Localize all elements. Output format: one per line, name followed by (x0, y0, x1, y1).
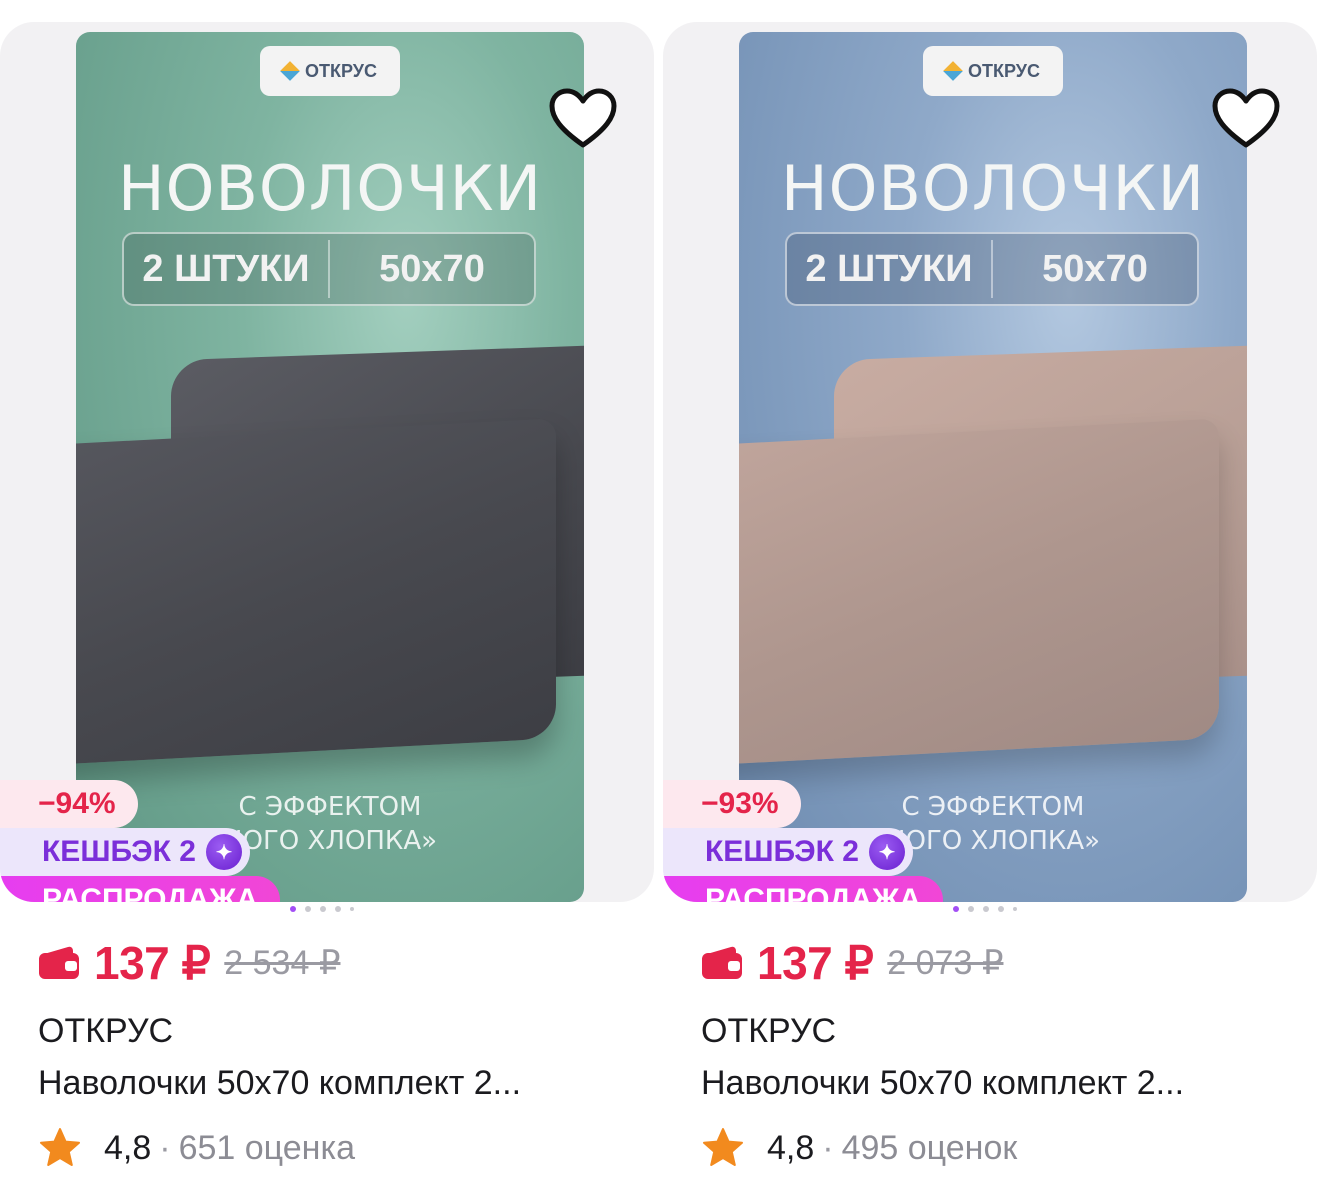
carousel-dot (350, 907, 354, 911)
star-icon (701, 1126, 745, 1170)
wallet-icon (701, 944, 743, 982)
carousel-dot (953, 906, 959, 912)
cashback-label: КЕШБЭК 2 (705, 835, 859, 868)
pillow-front-image (739, 418, 1219, 766)
favorite-button[interactable] (1209, 82, 1283, 156)
carousel-dot (290, 906, 296, 912)
sale-badge: РАСПРОДАЖА (663, 876, 943, 902)
discount-badge: −93% (663, 780, 801, 828)
cashback-badge: КЕШБЭК 2 ✦ (0, 828, 250, 876)
poster-qty: 2 ШТУКИ (142, 247, 310, 290)
brand-diamond-icon (280, 61, 300, 81)
brand-name[interactable]: ОТКРУС (38, 1012, 173, 1051)
separator: · (159, 1128, 171, 1167)
heart-outline-icon (549, 88, 617, 148)
pillow-front-image (76, 418, 556, 766)
rating-row: 4,8 · 495 оценок (701, 1126, 1017, 1170)
product-image-carousel[interactable]: ОТКРУС НОВОЛОЧКИ 2 ШТУКИ 50х70 С ЭФФЕКТО… (663, 22, 1317, 902)
cashback-label: КЕШБЭК 2 (42, 835, 196, 868)
carousel-dot (983, 906, 989, 912)
poster-caption-line1: С ЭФФЕКТОМ (238, 792, 422, 822)
poster-size: 50х70 (1042, 247, 1148, 290)
sale-badge: РАСПРОДАЖА (0, 876, 280, 902)
poster-qty: 2 ШТУКИ (805, 247, 973, 290)
price-row: 137 ₽ 2 073 ₽ (701, 936, 1003, 990)
product-image-carousel[interactable]: ОТКРУС НОВОЛОЧКИ 2 ШТУКИ 50х70 С ЭФФЕКТО… (0, 22, 654, 902)
old-price: 2 073 ₽ (887, 944, 1004, 982)
carousel-dot (305, 906, 311, 912)
rating-value: 4,8 (104, 1128, 152, 1167)
separator: · (822, 1128, 834, 1167)
cashback-sparkle-icon: ✦ (205, 834, 242, 870)
star-icon (38, 1126, 82, 1170)
cashback-badge: КЕШБЭК 2 ✦ (663, 828, 913, 876)
product-image: ОТКРУС НОВОЛОЧКИ 2 ШТУКИ 50х70 С ЭФФЕКТО… (739, 32, 1247, 902)
product-title[interactable]: Наволочки 50х70 комплект 2... (38, 1064, 618, 1103)
poster-specs: 2 ШТУКИ 50х70 (122, 232, 536, 306)
poster-caption-line1: С ЭФФЕКТОМ (901, 792, 1085, 822)
product-title[interactable]: Наволочки 50х70 комплект 2... (701, 1064, 1281, 1103)
heart-outline-icon (1212, 88, 1280, 148)
carousel-indicator (290, 906, 354, 912)
poster-title: НОВОЛОЧКИ (117, 152, 543, 225)
old-price: 2 534 ₽ (224, 944, 341, 982)
reviews-count[interactable]: 651 оценка (179, 1129, 355, 1168)
carousel-dot (335, 906, 341, 912)
wallet-icon (38, 944, 80, 982)
carousel-dot (320, 906, 326, 912)
poster-title: НОВОЛОЧКИ (780, 152, 1206, 225)
price: 137 ₽ (757, 937, 874, 989)
product-card[interactable]: ОТКРУС НОВОЛОЧКИ 2 ШТУКИ 50х70 С ЭФФЕКТО… (663, 0, 1317, 1192)
poster-specs: 2 ШТУКИ 50х70 (785, 232, 1199, 306)
poster-brand-logo: ОТКРУС (923, 46, 1063, 96)
poster-brand-logo: ОТКРУС (260, 46, 400, 96)
price-row: 137 ₽ 2 534 ₽ (38, 936, 340, 990)
rating-value: 4,8 (767, 1128, 815, 1167)
product-card[interactable]: ОТКРУС НОВОЛОЧКИ 2 ШТУКИ 50х70 С ЭФФЕКТО… (0, 0, 654, 1192)
brand-name[interactable]: ОТКРУС (701, 1012, 836, 1051)
brand-diamond-icon (943, 61, 963, 81)
poster-size: 50х70 (379, 247, 485, 290)
carousel-dot (968, 906, 974, 912)
favorite-button[interactable] (546, 82, 620, 156)
rating-row: 4,8 · 651 оценка (38, 1126, 355, 1170)
carousel-indicator (953, 906, 1017, 912)
price: 137 ₽ (94, 937, 211, 989)
product-image: ОТКРУС НОВОЛОЧКИ 2 ШТУКИ 50х70 С ЭФФЕКТО… (76, 32, 584, 902)
cashback-sparkle-icon: ✦ (868, 834, 905, 870)
discount-badge: −94% (0, 780, 138, 828)
reviews-count[interactable]: 495 оценок (842, 1129, 1018, 1168)
carousel-dot (1013, 907, 1017, 911)
carousel-dot (998, 906, 1004, 912)
